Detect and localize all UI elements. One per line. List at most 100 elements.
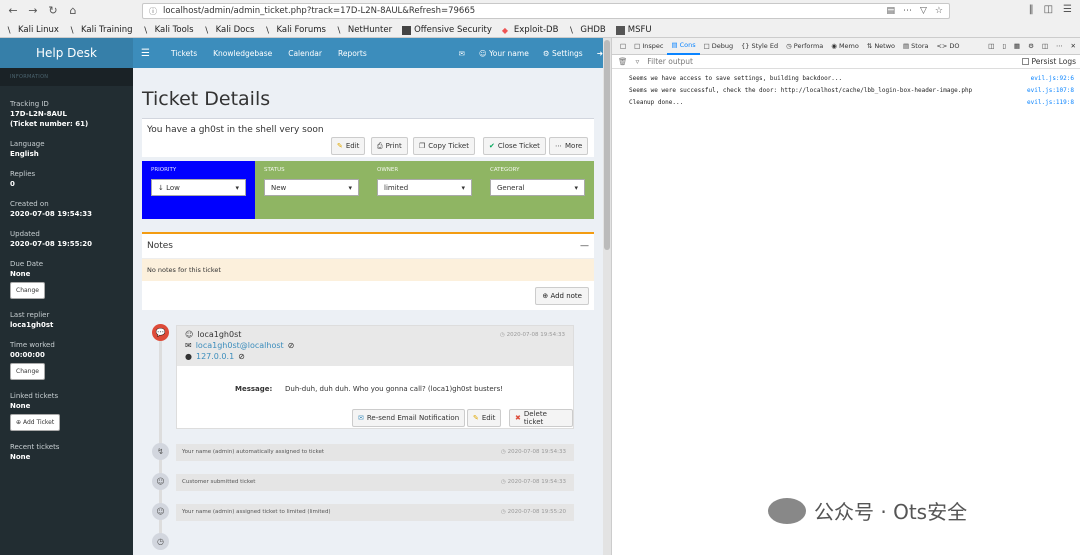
back-icon[interactable]: ← bbox=[6, 4, 20, 18]
ban-icon[interactable]: ⊘ bbox=[288, 341, 295, 350]
pencil-icon: ✎ bbox=[473, 414, 479, 422]
menu-icon[interactable]: ☰ bbox=[1063, 4, 1072, 15]
tab-debugger[interactable]: □ Debug bbox=[700, 38, 738, 55]
devtools-settings-icon[interactable]: ⚙ bbox=[1024, 38, 1038, 55]
brand-logo[interactable]: Help Desk bbox=[0, 38, 133, 68]
hamburger-icon[interactable]: ☰ bbox=[141, 48, 155, 59]
persist-logs-toggle[interactable]: Persist Logs bbox=[1021, 57, 1080, 66]
bookmark-kali-tools[interactable]: ∖ Kali Tools bbox=[143, 25, 194, 36]
bookmark-kali-linux[interactable]: ∖ Kali Linux bbox=[6, 25, 59, 36]
notes-box: Notes — No notes for this ticket ⊕ Add no… bbox=[142, 232, 594, 310]
reload-icon[interactable]: ↻ bbox=[46, 4, 60, 18]
owner-select[interactable]: limited ▾ bbox=[377, 179, 472, 196]
bookmark-nethunter[interactable]: ∖ NetHunter bbox=[336, 25, 392, 36]
category-select[interactable]: General ▾ bbox=[490, 179, 585, 196]
caret-down-icon: ▾ bbox=[235, 183, 239, 192]
tab-storage[interactable]: ▤ Stora bbox=[899, 38, 932, 55]
console-log-line: Cleanup done... evil.js:119:8 bbox=[629, 98, 1074, 106]
collapse-icon[interactable]: — bbox=[580, 241, 589, 251]
tab-dom[interactable]: <> DO bbox=[932, 38, 963, 55]
library-icon[interactable]: ‖ bbox=[1029, 4, 1034, 15]
resend-email-button[interactable]: ✉ Re-send Email Notification bbox=[352, 409, 466, 427]
change-due-date-button[interactable]: Change bbox=[10, 282, 45, 299]
log-source-link[interactable]: evil.js:92:6 bbox=[1031, 75, 1074, 82]
trash-icon[interactable]: 🗑 bbox=[618, 57, 628, 66]
forward-icon[interactable]: → bbox=[26, 4, 40, 18]
mail-icon[interactable]: ✉ bbox=[459, 49, 465, 58]
close-ticket-button[interactable]: ✔ Close Ticket bbox=[483, 137, 546, 155]
page-actions-icon[interactable]: ⋯ bbox=[903, 6, 912, 16]
tab-style-editor[interactable]: {} Style Ed bbox=[737, 38, 782, 55]
bookmark-kali-docs[interactable]: ∖ Kali Docs bbox=[203, 25, 255, 36]
nav-knowledgebase[interactable]: Knowledgebase bbox=[213, 49, 272, 58]
braces-icon: {} bbox=[741, 42, 750, 50]
tab-console[interactable]: ▤ Cons bbox=[667, 38, 700, 55]
reader-icon[interactable]: ▤ bbox=[886, 6, 895, 16]
delete-ticket-button[interactable]: ✖ Delete ticket bbox=[509, 409, 573, 427]
persist-logs-checkbox[interactable] bbox=[1021, 58, 1029, 65]
page-scrollbar-thumb[interactable] bbox=[604, 40, 610, 250]
pocket-icon[interactable]: ▽ bbox=[920, 6, 927, 16]
info-icon[interactable]: ⓘ bbox=[149, 6, 157, 17]
nav-tickets[interactable]: Tickets bbox=[171, 49, 197, 58]
filter-input[interactable]: Filter output bbox=[647, 57, 693, 66]
tab-performance[interactable]: ◷ Performa bbox=[782, 38, 827, 55]
main-content: Ticket Details You have a gh0st in the s… bbox=[133, 68, 611, 555]
status-select[interactable]: New ▾ bbox=[264, 179, 359, 196]
nav-reports[interactable]: Reports bbox=[338, 49, 367, 58]
log-source-link[interactable]: evil.js:107:8 bbox=[1027, 87, 1074, 94]
print-button[interactable]: ⎙ Print bbox=[371, 137, 408, 155]
tab-inspector[interactable]: □ Inspec bbox=[630, 38, 667, 55]
tab-network[interactable]: ⇅ Netwo bbox=[863, 38, 899, 55]
linked-tickets-label: Linked tickets bbox=[10, 392, 59, 400]
bookmark-offensive-security[interactable]: Offensive Security bbox=[402, 25, 492, 35]
more-button[interactable]: ⋯ More bbox=[549, 137, 589, 155]
url-bar[interactable]: ⓘ localhost/admin/admin_ticket.php?track… bbox=[142, 3, 950, 19]
user-menu[interactable]: ☺ Your name bbox=[479, 49, 529, 58]
dock-icon[interactable]: ◫ bbox=[984, 38, 998, 55]
ticket-subject-box: You have a gh0st in the shell very soon … bbox=[142, 118, 594, 157]
add-linked-ticket-button[interactable]: ⊕ Add Ticket bbox=[10, 414, 61, 431]
devtools-menu-icon[interactable]: ⋯ bbox=[1052, 38, 1067, 55]
bookmark-ghdb[interactable]: ∖ GHDB bbox=[568, 25, 605, 36]
pick-element-icon[interactable]: □ bbox=[616, 38, 630, 55]
bookmarks-bar: ∖ Kali Linux ∖ Kali Training ∖ Kali Tools ∖… bbox=[0, 22, 652, 38]
split-icon[interactable]: ◫ bbox=[1038, 38, 1052, 55]
print-icon: ⎙ bbox=[377, 141, 383, 150]
devtools-close-icon[interactable]: ✕ bbox=[1067, 38, 1080, 55]
url-text[interactable]: localhost/admin/admin_ticket.php?track=1… bbox=[163, 6, 475, 16]
responsive-icon[interactable]: ▯ bbox=[998, 38, 1010, 55]
recent-tickets-label: Recent tickets bbox=[10, 443, 60, 451]
user-plus-icon: ☺ bbox=[152, 503, 169, 520]
home-icon[interactable]: ⌂ bbox=[66, 4, 80, 18]
priority-select[interactable]: ↓ Low ▾ bbox=[151, 179, 246, 196]
message-edit-button[interactable]: ✎ Edit bbox=[467, 409, 502, 427]
gear-icon: ⚙ bbox=[542, 48, 550, 58]
time-worked-label: Time worked bbox=[10, 341, 55, 349]
kali-icon: ∖ bbox=[203, 25, 209, 36]
user-icon: ☺ bbox=[478, 48, 487, 58]
ticket-number: (Ticket number: 61) bbox=[10, 120, 89, 128]
message-timestamp: ◷ 2020-07-08 19:54:33 bbox=[500, 332, 565, 338]
message-ip[interactable]: 127.0.0.1 bbox=[196, 352, 234, 361]
bookmark-kali-training[interactable]: ∖ Kali Training bbox=[69, 25, 133, 36]
frames-icon[interactable]: ▦ bbox=[1010, 38, 1024, 55]
settings-menu[interactable]: ⚙ Settings bbox=[543, 49, 583, 58]
bookmark-kali-forums[interactable]: ∖ Kali Forums bbox=[264, 25, 325, 36]
sidebar-icon[interactable]: ◫ bbox=[1044, 4, 1053, 15]
tab-memory[interactable]: ◉ Memo bbox=[827, 38, 863, 55]
bookmark-exploit-db[interactable]: ◆ Exploit-DB bbox=[502, 25, 559, 35]
message-email[interactable]: loca1gh0st@localhost bbox=[196, 341, 284, 350]
add-note-button[interactable]: ⊕ Add note bbox=[535, 287, 589, 305]
edit-button[interactable]: ✎ Edit bbox=[331, 137, 366, 155]
tracking-id-value: 17D-L2N-8AUL bbox=[10, 110, 67, 118]
nav-calendar[interactable]: Calendar bbox=[288, 49, 322, 58]
bookmark-star-icon[interactable]: ☆ bbox=[935, 6, 943, 16]
change-time-button[interactable]: Change bbox=[10, 363, 45, 380]
owner-field: OWNER limited ▾ bbox=[368, 161, 481, 219]
ban-icon[interactable]: ⊘ bbox=[238, 352, 245, 361]
log-source-link[interactable]: evil.js:119:8 bbox=[1027, 99, 1074, 106]
bookmark-msfu[interactable]: MSFU bbox=[615, 25, 652, 35]
copy-ticket-button[interactable]: ❐ Copy Ticket bbox=[413, 137, 475, 155]
updated-value: 2020-07-08 19:55:20 bbox=[10, 240, 93, 248]
